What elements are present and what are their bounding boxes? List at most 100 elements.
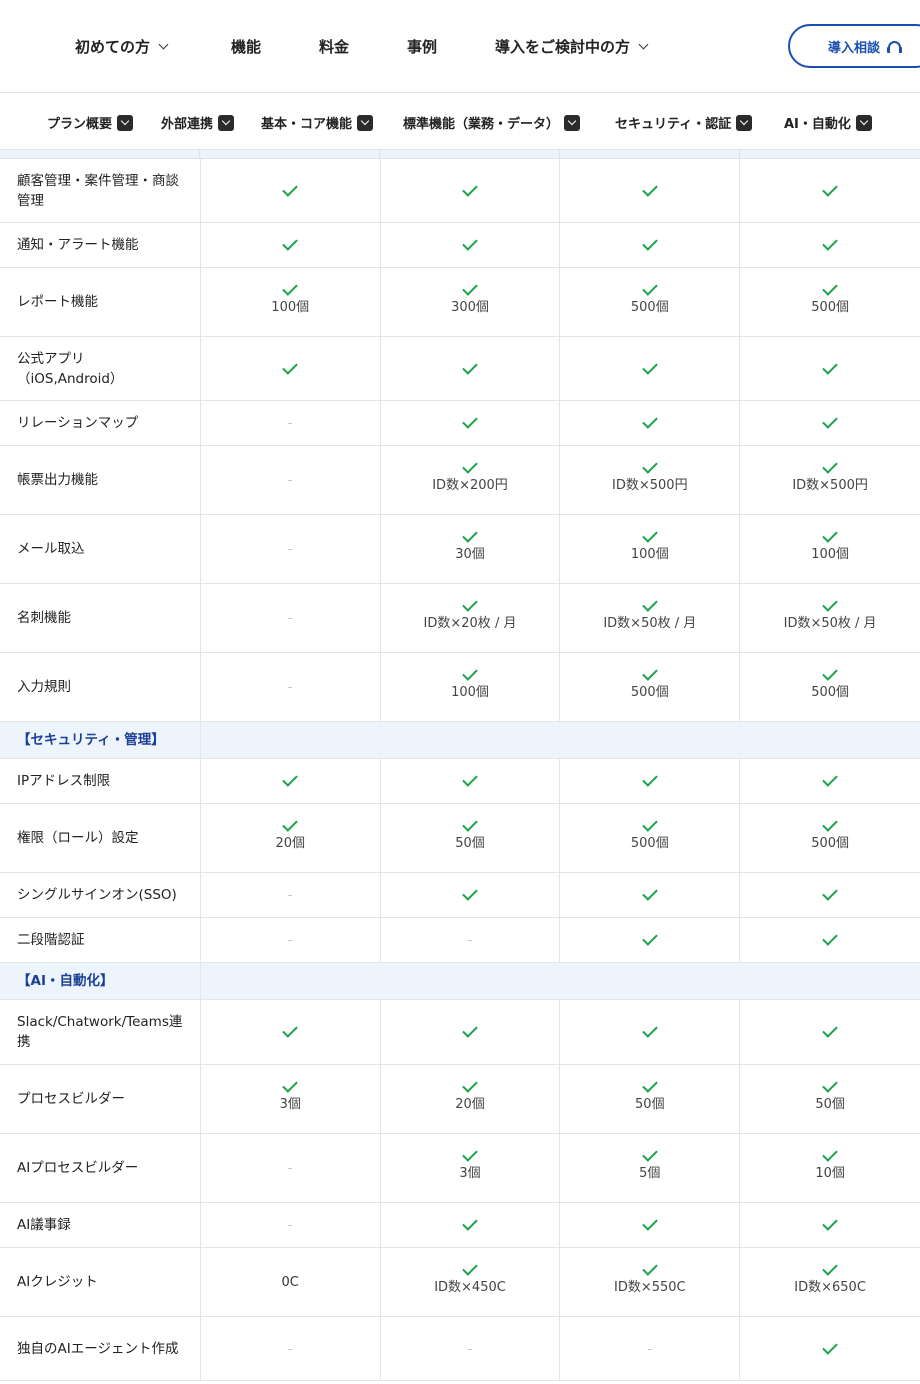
feature-label: プロセスビルダー xyxy=(17,1091,125,1107)
plan-cell: 10個 xyxy=(739,1134,920,1202)
feature-label: 帳票出力機能 xyxy=(17,472,98,488)
chevron-down-icon xyxy=(117,114,134,131)
check-icon xyxy=(282,1022,298,1038)
plan-cell xyxy=(199,159,380,222)
plan-cell: 100個 xyxy=(379,653,560,721)
feature-label: 公式アプリ（iOS,Android） xyxy=(17,350,124,387)
table-section-row: 【セキュリティ・管理】 xyxy=(0,722,920,759)
check-icon xyxy=(822,1022,838,1038)
plan-cell: ID数×500円 xyxy=(739,446,920,514)
feature-label: 入力規則 xyxy=(17,679,71,695)
chevron-down-icon xyxy=(158,39,169,50)
check-icon xyxy=(642,930,658,946)
nav-item-considering[interactable]: 導入をご検討中の方 xyxy=(495,36,649,57)
table-row: Slack/Chatwork/Teams連携 xyxy=(0,1000,920,1065)
not-available-dash: - xyxy=(467,933,473,947)
table-row: 名刺機能 - ID数×20枚 / 月 ID数×50枚 / 月 ID数×50枚 / 月 xyxy=(0,584,920,653)
plan-cell: ID数×200円 xyxy=(379,446,560,514)
plan-cell xyxy=(379,401,560,445)
table-row: シングルサインオン(SSO) - xyxy=(0,873,920,918)
feature-label: 権限（ロール）設定 xyxy=(17,830,139,846)
check-icon xyxy=(282,235,298,251)
check-icon xyxy=(642,1022,658,1038)
check-icon xyxy=(282,771,298,787)
plan-cell: - xyxy=(199,1203,380,1247)
plan-cell: - xyxy=(199,584,380,652)
table-row: 独自のAIエージェント作成 - - - xyxy=(0,1317,920,1381)
plan-cell xyxy=(379,1203,560,1247)
check-icon xyxy=(822,458,838,474)
check-icon xyxy=(282,280,298,296)
plan-cell xyxy=(199,337,380,400)
consultation-button-label: 導入相談 xyxy=(828,40,881,56)
plan-cell: 3個 xyxy=(199,1065,380,1133)
plan-limit-note: ID数×650C xyxy=(794,1280,866,1295)
plan-cell: - xyxy=(199,1317,380,1380)
nav-item-pricing[interactable]: 料金 xyxy=(319,36,349,57)
table-row: プロセスビルダー 3個 20個 50個 50個 xyxy=(0,1065,920,1134)
nav-item-beginners[interactable]: 初めての方 xyxy=(75,36,169,57)
feature-label: 名刺機能 xyxy=(17,610,71,626)
plan-value: 0C xyxy=(281,1274,299,1290)
plan-cell: ID数×450C xyxy=(379,1248,560,1316)
feature-label: 顧客管理・案件管理・商談管理 xyxy=(17,172,179,209)
section-spacer xyxy=(200,963,920,999)
tab-security[interactable]: セキュリティ・認証 xyxy=(615,113,753,132)
check-icon xyxy=(462,180,478,197)
check-icon xyxy=(822,413,838,429)
check-icon xyxy=(822,1077,838,1093)
tab-ai-automation[interactable]: AI・自動化 xyxy=(784,113,872,132)
plan-limit-note: 100個 xyxy=(451,685,489,700)
top-navigation: 初めての方 機能 料金 事例 導入をご検討中の方 導入相談 xyxy=(0,0,920,93)
feature-label: AIプロセスビルダー xyxy=(17,1160,139,1176)
feature-label: IPアドレス制限 xyxy=(17,773,111,789)
plan-cell xyxy=(559,918,739,962)
plan-cell: 300個 xyxy=(379,268,560,336)
plan-cell: 5個 xyxy=(559,1134,739,1202)
check-icon xyxy=(462,1215,478,1231)
check-icon xyxy=(642,1215,658,1231)
check-icon xyxy=(822,816,838,832)
plan-cell: - xyxy=(199,918,380,962)
plan-cell xyxy=(199,759,380,803)
plan-cell: - xyxy=(379,1317,560,1380)
plan-limit-note: 500個 xyxy=(811,836,850,851)
plan-cell: 50個 xyxy=(739,1065,920,1133)
feature-label: AI議事録 xyxy=(17,1217,71,1233)
plan-cell: 0C xyxy=(199,1248,380,1316)
check-icon xyxy=(822,358,838,375)
check-icon xyxy=(462,816,478,832)
not-available-dash: - xyxy=(288,542,293,556)
check-icon xyxy=(642,180,658,197)
plan-cell xyxy=(559,1203,739,1247)
tab-label: 標準機能（業務・データ） xyxy=(403,117,560,132)
plan-cell: 500個 xyxy=(559,653,739,721)
nav-item-features[interactable]: 機能 xyxy=(231,36,261,57)
check-icon xyxy=(462,885,478,901)
nav-item-label: 料金 xyxy=(319,38,350,56)
nav-item-cases[interactable]: 事例 xyxy=(407,36,437,57)
tab-standard-features[interactable]: 標準機能（業務・データ） xyxy=(403,113,581,132)
plan-cell xyxy=(199,1000,380,1064)
tab-integrations[interactable]: 外部連携 xyxy=(161,113,235,132)
check-icon xyxy=(462,358,478,375)
tab-plan-overview[interactable]: プラン概要 xyxy=(47,113,134,132)
plan-cell xyxy=(559,1000,739,1064)
plan-limit-note: 3個 xyxy=(459,1166,481,1181)
plan-cell xyxy=(739,759,920,803)
plan-limit-note: 100個 xyxy=(811,547,850,562)
check-icon xyxy=(642,1146,658,1162)
plan-cell xyxy=(739,1317,920,1380)
chevron-down-icon xyxy=(218,114,235,131)
check-icon xyxy=(462,458,478,474)
tab-core-features[interactable]: 基本・コア機能 xyxy=(261,113,374,132)
plan-cell: 500個 xyxy=(739,804,920,872)
plan-limit-note: 30個 xyxy=(455,547,485,562)
plan-limit-note: 5個 xyxy=(639,1166,661,1181)
plan-cell: ID数×50枚 / 月 xyxy=(739,584,920,652)
plan-limit-note: 50個 xyxy=(635,1097,665,1112)
plan-cell: - xyxy=(199,446,380,514)
table-row: AIクレジット 0C ID数×450C ID数×550C ID数×650C xyxy=(0,1248,920,1317)
plan-cell xyxy=(739,401,920,445)
consultation-button[interactable]: 導入相談 xyxy=(788,24,920,68)
